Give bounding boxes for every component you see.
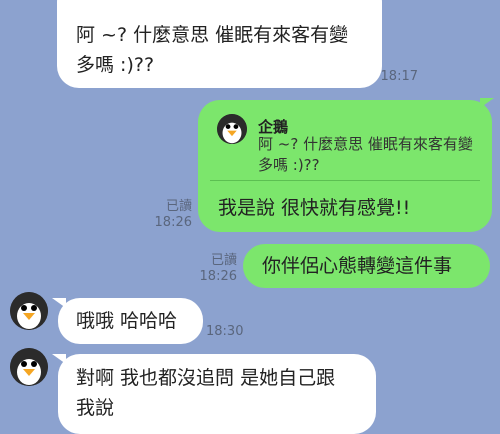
bubble-tail [480, 98, 494, 108]
message-text: 阿 ~? 什麼意思 催眠有來客有變 多嗎 :)?? [76, 24, 349, 76]
message-time: 18:30 [206, 324, 244, 339]
read-receipt: 已讀 [165, 199, 192, 214]
penguin-avatar-icon[interactable] [10, 292, 48, 330]
message-text: 哦哦 哈哈哈 [76, 310, 178, 332]
penguin-avatar-icon[interactable] [10, 348, 48, 386]
message-text: 對啊 我也都沒追問 是她自己跟 我說 [76, 367, 336, 419]
reply-divider [210, 180, 480, 181]
message-time: 18:26 [154, 215, 192, 230]
message-text: 你伴侶心態轉變這件事 [262, 255, 453, 277]
message-text: 我是說 很快就有感覺!! [218, 197, 411, 219]
message-time: 18:26 [199, 269, 237, 284]
message-time: 18:17 [380, 69, 418, 84]
read-receipt: 已讀 [210, 253, 237, 268]
penguin-avatar-icon [217, 114, 247, 144]
reply-quote-text: 阿 ~? 什麼意思 催眠有來客有變 多嗎 :)?? [258, 135, 473, 174]
